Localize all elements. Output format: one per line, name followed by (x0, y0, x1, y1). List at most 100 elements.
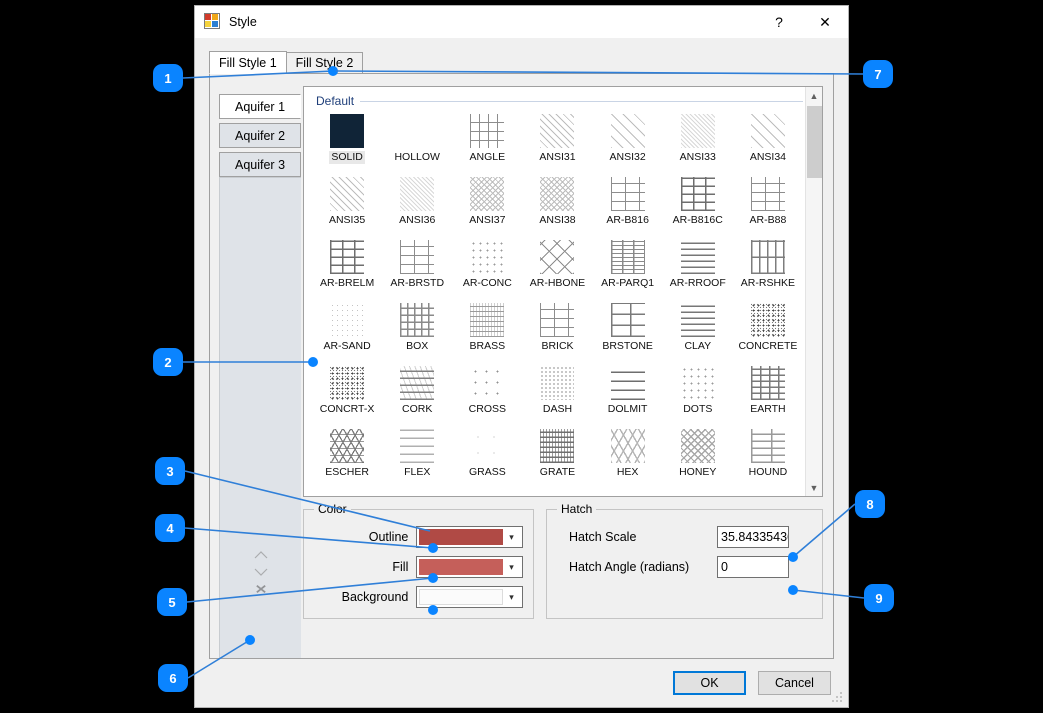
pattern-cell[interactable]: ANSI37 (452, 175, 522, 227)
pattern-cell[interactable]: ANSI33 (663, 112, 733, 164)
pattern-swatch (400, 303, 434, 337)
group-divider (360, 101, 803, 102)
pattern-label: EARTH (748, 403, 787, 416)
background-color-swatch (419, 589, 503, 605)
pattern-cell[interactable]: HOUND (733, 427, 803, 479)
pattern-label: AR-PARQ1 (599, 277, 656, 290)
pattern-cell[interactable]: AR-BRSTD (382, 238, 452, 290)
tab-fill-style-1[interactable]: Fill Style 1 (209, 51, 287, 74)
pattern-cell[interactable]: CORK (382, 364, 452, 416)
title-bar: Style ? ✕ (195, 6, 848, 38)
annotation-marker-5: 5 (157, 588, 187, 616)
scrollbar-down-icon[interactable]: ▼ (806, 479, 823, 496)
dialog-footer: OK Cancel (195, 659, 848, 707)
pattern-label: CLAY (682, 340, 713, 353)
pattern-cell[interactable]: ANGLE (452, 112, 522, 164)
pattern-gallery: Default SOLIDHOLLOWANGLEANSI31ANSI32ANSI… (303, 86, 823, 497)
chevron-down-icon[interactable]: ▾ (503, 562, 520, 573)
pattern-cell[interactable]: DOLMIT (593, 364, 663, 416)
outline-row: Outline ▾ (314, 526, 523, 548)
pattern-cell[interactable]: ANSI38 (522, 175, 592, 227)
pattern-cell[interactable]: GRASS (452, 427, 522, 479)
gallery-scrollbar[interactable]: ▲ ▼ (805, 87, 822, 496)
pattern-swatch (611, 366, 645, 400)
pattern-label: FLEX (402, 466, 432, 479)
tab-fill-style-2[interactable]: Fill Style 2 (286, 52, 364, 74)
pattern-cell[interactable]: AR-RROOF (663, 238, 733, 290)
cancel-button[interactable]: Cancel (758, 671, 831, 695)
pattern-cell[interactable]: ESCHER (312, 427, 382, 479)
chevron-down-icon[interactable]: ▾ (503, 532, 520, 543)
ok-button[interactable]: OK (673, 671, 746, 695)
hatch-scale-input[interactable]: 35.84335436 (717, 526, 789, 548)
scrollbar-up-icon[interactable]: ▲ (806, 87, 823, 104)
scroll-down-icon[interactable] (254, 567, 268, 577)
pattern-cell[interactable]: EARTH (733, 364, 803, 416)
pattern-cell[interactable]: HOLLOW (382, 112, 452, 164)
close-icon[interactable]: ✕ (802, 6, 848, 38)
pattern-cell[interactable]: AR-PARQ1 (593, 238, 663, 290)
pattern-cell[interactable]: AR-HBONE (522, 238, 592, 290)
pattern-label: DOTS (681, 403, 714, 416)
hatch-group-title: Hatch (557, 502, 596, 516)
hatch-scale-label: Hatch Scale (557, 530, 707, 544)
pattern-label: AR-B816C (671, 214, 725, 227)
pattern-cell[interactable]: ANSI35 (312, 175, 382, 227)
pattern-swatch (400, 114, 434, 148)
hatch-angle-input[interactable]: 0 (717, 556, 789, 578)
vtab-aquifer-3[interactable]: Aquifer 3 (219, 152, 301, 177)
outline-color-combo[interactable]: ▾ (416, 526, 523, 548)
pattern-cell[interactable]: HEX (593, 427, 663, 479)
pattern-cell[interactable]: DOTS (663, 364, 733, 416)
pattern-cell[interactable]: CLAY (663, 301, 733, 353)
chevron-down-icon[interactable]: ▾ (503, 592, 520, 603)
pattern-cell[interactable]: AR-CONC (452, 238, 522, 290)
pattern-swatch (330, 303, 364, 337)
pattern-cell[interactable]: GRATE (522, 427, 592, 479)
app-grid-icon (205, 14, 221, 30)
pattern-cell[interactable]: ANSI34 (733, 112, 803, 164)
close-tab-icon[interactable] (254, 584, 268, 594)
pattern-cell[interactable]: DASH (522, 364, 592, 416)
pattern-label: GRATE (538, 466, 577, 479)
pattern-cell[interactable]: BRSTONE (593, 301, 663, 353)
pattern-cell[interactable]: ANSI36 (382, 175, 452, 227)
pattern-cell[interactable]: HONEY (663, 427, 733, 479)
pattern-cell[interactable]: AR-SAND (312, 301, 382, 353)
pattern-swatch (330, 114, 364, 148)
pattern-cell[interactable]: AR-B88 (733, 175, 803, 227)
pattern-cell[interactable]: AR-BRELM (312, 238, 382, 290)
resize-grip-icon[interactable] (832, 692, 844, 704)
pattern-cell[interactable]: CONCRETE (733, 301, 803, 353)
background-color-combo[interactable]: ▾ (416, 586, 523, 608)
scrollbar-thumb[interactable] (807, 106, 822, 178)
vtab-filler (219, 177, 301, 658)
help-button[interactable]: ? (756, 6, 802, 38)
pattern-cell[interactable]: ANSI32 (593, 112, 663, 164)
pattern-cell[interactable]: CONCRT-X (312, 364, 382, 416)
hatch-angle-row: Hatch Angle (radians) 0 (557, 556, 812, 578)
pattern-cell[interactable]: ANSI31 (522, 112, 592, 164)
pattern-cell[interactable]: BRICK (522, 301, 592, 353)
fill-color-combo[interactable]: ▾ (416, 556, 523, 578)
pattern-swatch (611, 177, 645, 211)
pattern-swatch (751, 303, 785, 337)
pattern-label: ESCHER (323, 466, 371, 479)
pattern-swatch (611, 303, 645, 337)
pattern-cell[interactable]: BRASS (452, 301, 522, 353)
pattern-cell[interactable]: AR-B816 (593, 175, 663, 227)
vtab-tool-strip (220, 550, 301, 594)
pattern-cell[interactable]: FLEX (382, 427, 452, 479)
pattern-cell[interactable]: BOX (382, 301, 452, 353)
vtab-aquifer-1[interactable]: Aquifer 1 (219, 94, 301, 119)
pattern-scroll-area: Default SOLIDHOLLOWANGLEANSI31ANSI32ANSI… (304, 87, 805, 496)
pattern-label: AR-RROOF (668, 277, 728, 290)
vtab-aquifer-2[interactable]: Aquifer 2 (219, 123, 301, 148)
scroll-up-icon[interactable] (254, 550, 268, 560)
pattern-cell[interactable]: AR-RSHKE (733, 238, 803, 290)
pattern-cell[interactable]: SOLID (312, 112, 382, 164)
pattern-cell[interactable]: CROSS (452, 364, 522, 416)
pattern-cell[interactable]: AR-B816C (663, 175, 733, 227)
annotation-marker-8: 8 (855, 490, 885, 518)
pattern-swatch (751, 366, 785, 400)
